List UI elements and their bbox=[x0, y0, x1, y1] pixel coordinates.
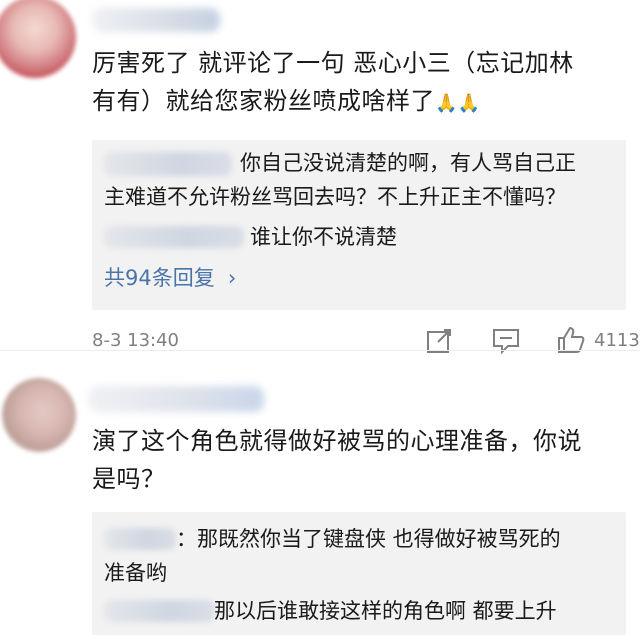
username-blurred[interactable] bbox=[92, 8, 220, 32]
comment-line: 有有）就给您家粉丝喷成啥样了🙏🙏 bbox=[92, 82, 622, 123]
avatar[interactable] bbox=[0, 0, 76, 78]
more-replies-link[interactable]: 共94条回复 › bbox=[104, 262, 236, 292]
reply-text: 谁让你不说清楚 bbox=[250, 225, 397, 249]
timestamp: 8-3 13:40 bbox=[92, 330, 179, 351]
reply-text: ：那既然你当了键盘侠 也得做好被骂死的 bbox=[176, 527, 561, 551]
reply-text: 准备哟 bbox=[104, 561, 167, 585]
comment-content: 厉害死了 就评论了一句 恶心小三（忘记加林 有有）就给您家粉丝喷成啥样了🙏🙏 bbox=[92, 44, 622, 123]
reply-text: 那以后谁敢接这样的角色啊 都要上升 bbox=[214, 599, 557, 623]
emoji: 🙏🙏 bbox=[435, 93, 481, 114]
divider bbox=[0, 350, 640, 351]
username-blurred[interactable] bbox=[88, 386, 264, 412]
chevron-right-icon: › bbox=[227, 266, 237, 290]
more-replies-label: 共94条回复 bbox=[104, 266, 215, 290]
reply-username-blurred[interactable] bbox=[104, 226, 244, 248]
comment-line: 是吗？ bbox=[92, 465, 166, 493]
avatar[interactable] bbox=[2, 378, 76, 452]
comment-line: 厉害死了 就评论了一句 恶心小三（忘记加林 bbox=[92, 49, 574, 77]
reply-text: 你自己没说清楚的啊，有人骂自己正 bbox=[240, 151, 576, 175]
reply-username-blurred[interactable] bbox=[104, 152, 232, 176]
comment-line: 演了这个角色就得做好被骂的心理准备，你说 bbox=[92, 427, 582, 455]
comment-content: 演了这个角色就得做好被骂的心理准备，你说 是吗？ bbox=[92, 422, 622, 498]
comment-line-text: 有有）就给您家粉丝喷成啥样了 bbox=[92, 87, 435, 115]
reply-username-blurred[interactable] bbox=[104, 600, 214, 622]
reply-username-blurred[interactable] bbox=[104, 528, 176, 550]
reply-text: 主难道不允许粉丝骂回去吗？不上升正主不懂吗？ bbox=[104, 185, 566, 209]
like-count: 4113 bbox=[594, 330, 640, 351]
